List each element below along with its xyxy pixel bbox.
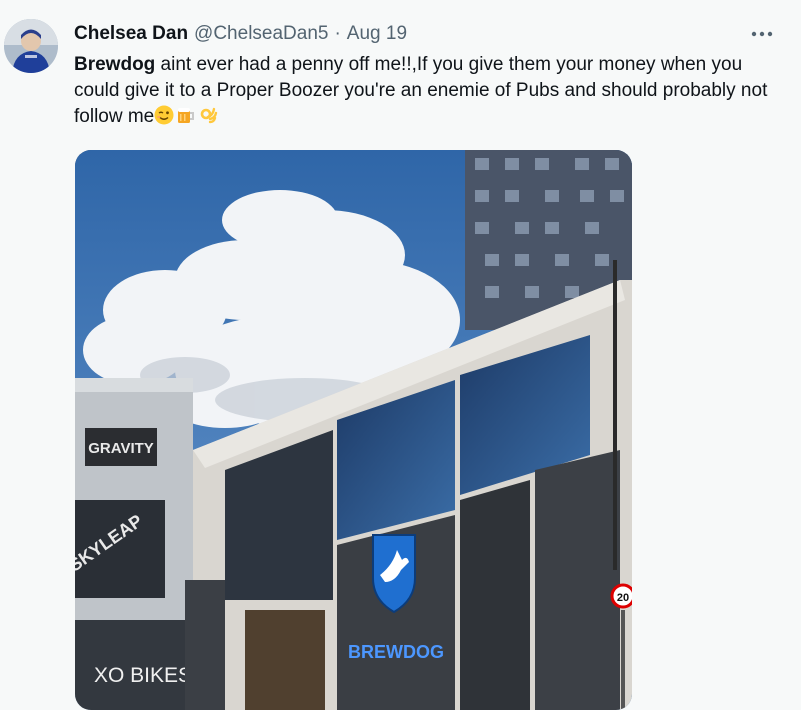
lamp-post xyxy=(613,260,617,570)
brewdog-mention[interactable]: Brewdog xyxy=(74,54,155,75)
tweet-text: Brewdog aint ever had a penny off me!!,I… xyxy=(74,52,774,130)
tweet-photo[interactable]: GRAVITY SKYLEAP XO BIKES BREWDOG 20 xyxy=(75,150,632,710)
tweet-card[interactable]: Chelsea Dan @ChelseaDan5 · Aug 19 Brewdo… xyxy=(0,0,801,710)
xo-bikes-sign: XO BIKES xyxy=(94,664,192,687)
separator-dot: · xyxy=(334,23,341,44)
author-name[interactable]: Chelsea Dan xyxy=(74,23,188,45)
gravity-sign: GRAVITY xyxy=(88,440,154,457)
avatar-image xyxy=(4,19,58,73)
speed-limit-text: 20 xyxy=(617,592,629,604)
brewdog-building-photo: GRAVITY SKYLEAP XO BIKES BREWDOG 20 xyxy=(75,150,632,710)
beer-mug-emoji xyxy=(178,108,195,123)
brewdog-shield-logo xyxy=(372,534,416,614)
tweet-date[interactable]: Aug 19 xyxy=(347,23,407,45)
more-options-icon[interactable] xyxy=(747,24,777,44)
ok-hand-emoji xyxy=(200,107,218,124)
avatar[interactable] xyxy=(4,19,58,73)
brewdog-sign: BREWDOG xyxy=(348,642,444,662)
author-handle[interactable]: @ChelseaDan5 xyxy=(194,23,328,45)
winking-face-emoji xyxy=(154,105,174,125)
tweet-header: Chelsea Dan @ChelseaDan5 · Aug 19 xyxy=(74,21,407,47)
